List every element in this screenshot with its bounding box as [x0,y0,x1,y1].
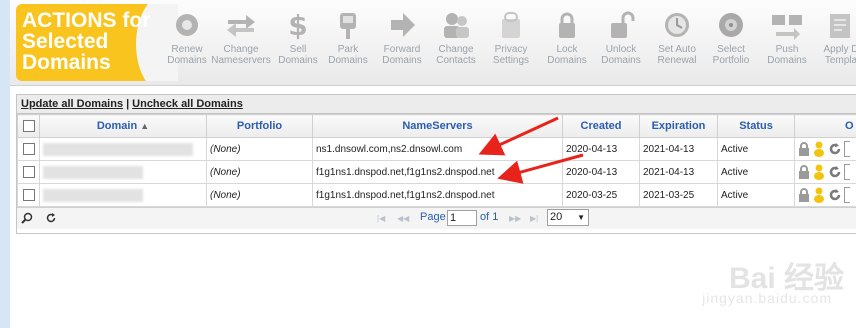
annotation-arrow [478,116,559,156]
watermark-url: jingyan.baidu.com [702,290,832,306]
annotation-arrows [478,116,584,184]
annotation-arrow [497,153,584,184]
